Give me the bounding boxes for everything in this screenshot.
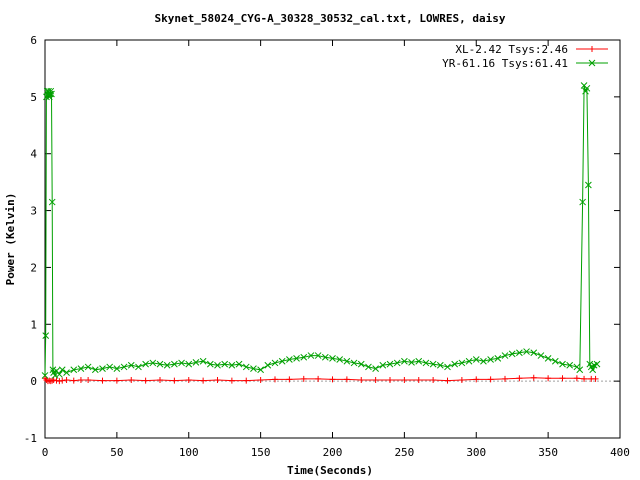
data-point — [315, 375, 322, 382]
data-point — [200, 377, 207, 384]
x-tick-label: 250 — [394, 446, 414, 459]
data-point — [401, 377, 408, 384]
y-axis-ticks: -1 0 1 2 3 4 5 6 — [24, 34, 620, 445]
data-point — [415, 377, 422, 384]
data-point — [70, 377, 77, 384]
data-point — [430, 377, 437, 384]
legend-label-xl: XL-2.42 Tsys:2.46 — [455, 43, 568, 56]
data-point — [128, 377, 135, 384]
series-1 — [41, 82, 601, 379]
y-tick-label: 5 — [30, 91, 37, 104]
data-point — [53, 377, 60, 384]
data-point — [185, 377, 192, 384]
x-tick-label: 400 — [610, 446, 630, 459]
x-tick-label: 350 — [538, 446, 558, 459]
data-point — [214, 377, 221, 384]
legend-marker — [589, 46, 595, 52]
data-point — [545, 375, 552, 382]
data-point — [487, 376, 494, 383]
data-point — [257, 377, 264, 384]
data-point — [135, 363, 142, 371]
data-point — [228, 377, 235, 384]
x-tick-label: 50 — [110, 446, 123, 459]
series-line — [44, 85, 598, 377]
chart-title: Skynet_58024_CYG-A_30328_30532_cal.txt, … — [155, 12, 506, 25]
x-tick-label: 200 — [323, 446, 343, 459]
legend: XL-2.42 Tsys:2.46 YR-61.16 Tsys:61.41 — [442, 43, 608, 70]
data-point — [372, 377, 379, 384]
y-tick-label: 3 — [30, 205, 37, 218]
data-point — [530, 374, 537, 381]
data-point — [271, 359, 279, 367]
data-point — [286, 376, 293, 383]
series-line — [44, 377, 596, 382]
x-axis-ticks: 0 50 100 150 200 250 300 350 400 — [42, 40, 630, 459]
y-tick-label: -1 — [24, 432, 37, 445]
data-point — [99, 377, 106, 384]
data-point — [372, 365, 379, 372]
data-point — [458, 377, 465, 384]
data-point — [142, 377, 149, 384]
data-point — [544, 355, 552, 362]
y-axis-label: Power (Kelvin) — [4, 193, 17, 286]
data-point — [113, 377, 120, 384]
data-point — [387, 377, 393, 384]
x-tick-label: 0 — [42, 446, 49, 459]
data-point — [50, 377, 57, 384]
data-point — [56, 378, 63, 385]
y-tick-label: 1 — [30, 318, 37, 331]
data-point — [113, 365, 121, 372]
y-tick-label: 4 — [30, 148, 37, 161]
data-point — [171, 377, 178, 384]
data-point — [480, 357, 487, 365]
data-point — [444, 377, 451, 384]
data-point — [243, 377, 250, 384]
series-layer — [41, 82, 601, 385]
data-point — [343, 376, 350, 383]
legend-label-yr: YR-61.16 Tsys:61.41 — [442, 57, 568, 70]
data-point — [85, 377, 92, 384]
x-axis-label: Time(Seconds) — [287, 464, 373, 477]
y-tick-label: 6 — [30, 34, 37, 47]
data-point — [157, 377, 163, 384]
x-tick-label: 100 — [179, 446, 199, 459]
data-point — [264, 361, 272, 369]
x-tick-label: 150 — [251, 446, 271, 459]
data-point — [444, 363, 451, 371]
y-tick-label: 2 — [30, 261, 37, 274]
chart-root: Skynet_58024_CYG-A_30328_30532_cal.txt, … — [4, 12, 630, 477]
data-point — [537, 352, 545, 359]
data-point — [59, 377, 66, 384]
data-point — [358, 377, 365, 384]
data-point — [559, 375, 566, 382]
data-point — [63, 377, 70, 384]
data-point — [516, 375, 523, 382]
series-0 — [42, 374, 599, 385]
data-point — [77, 377, 84, 384]
data-point — [551, 357, 559, 365]
data-point — [47, 378, 54, 385]
data-point — [573, 375, 580, 382]
x-tick-label: 300 — [466, 446, 486, 459]
y-tick-label: 0 — [30, 375, 37, 388]
